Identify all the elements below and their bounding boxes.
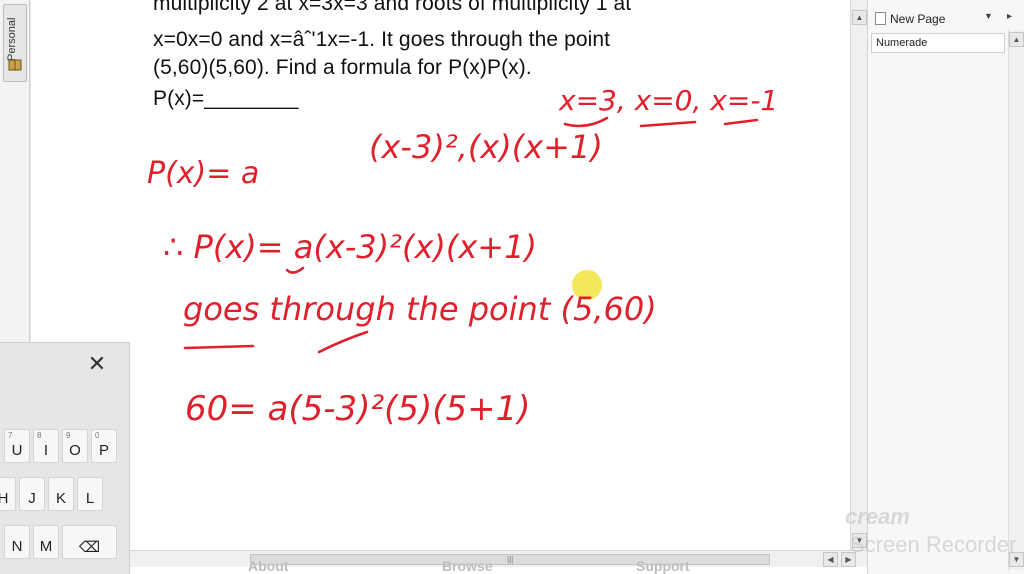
key-label: P: [98, 442, 109, 459]
notebook-tab-label: Personal: [6, 17, 18, 61]
footer-link-browse[interactable]: Browse: [442, 558, 493, 574]
footer-link-support[interactable]: Support: [636, 558, 690, 574]
handwritten-step1-factors: (x-3)²,(x)(x+1): [369, 128, 603, 166]
new-page-button[interactable]: New Page ▼: [872, 8, 1007, 30]
key-label: M: [39, 538, 53, 555]
key-p[interactable]: 0P: [91, 429, 117, 463]
backspace-key[interactable]: ⌫: [62, 525, 117, 559]
on-screen-keyboard: ✕ 7U 8I 9O 0P H J K L N M ⌫: [0, 342, 130, 574]
key-n[interactable]: N: [4, 525, 30, 559]
handwritten-roots-note: x=3, x=0, x=-1: [558, 84, 778, 117]
page-list-item[interactable]: Numerade: [871, 33, 1005, 53]
key-label: N: [11, 538, 23, 555]
page-horizontal-scrollbar[interactable]: ||| ◀ ▶: [130, 550, 867, 567]
key-label: I: [43, 442, 49, 459]
underline-stroke: [285, 266, 305, 274]
footer-link-about[interactable]: About: [248, 558, 288, 574]
underline-stroke: [563, 116, 609, 128]
handwritten-step1-lhs: P(x)= a: [147, 156, 259, 191]
handwritten-step3-note: goes through the point (5,60): [183, 290, 657, 328]
key-u[interactable]: 7U: [4, 429, 30, 463]
scroll-up-button[interactable]: ▲: [852, 10, 867, 25]
underline-stroke: [723, 118, 759, 126]
scrollbar-grip-icon: |||: [507, 555, 514, 564]
new-page-label: New Page: [890, 12, 946, 26]
close-icon[interactable]: ✕: [84, 351, 110, 377]
chevron-right-icon[interactable]: ▸: [1007, 11, 1012, 22]
screen: { "sidebar": { "tab_label": "Personal" }…: [0, 0, 1024, 574]
key-number-hint: 7: [8, 431, 13, 440]
handwritten-step4-equation: 60= a(5-3)²(5)(5+1): [185, 389, 531, 429]
key-label: J: [28, 490, 36, 507]
key-number-hint: 8: [37, 431, 42, 440]
recorder-watermark-text: Screen Recorder: [850, 532, 1017, 557]
key-label: U: [11, 442, 23, 459]
key-label: L: [85, 490, 95, 507]
scroll-up-button[interactable]: ▲: [1009, 32, 1024, 47]
page-list-scrollbar[interactable]: ▲ ▼: [1008, 30, 1024, 570]
key-j[interactable]: J: [19, 477, 45, 511]
notebook-icon: [8, 59, 22, 71]
key-k[interactable]: K: [48, 477, 74, 511]
handwriting-layer: x=3, x=0, x=-1 P(x)= a (x-3)²,(x)(x+1) ∴…: [147, 84, 778, 429]
scrollbar-thumb[interactable]: |||: [250, 554, 770, 565]
underline-stroke: [183, 344, 255, 350]
new-page-icon: [875, 12, 886, 25]
page-list-panel: New Page ▼ ▸ Numerade ▲ ▼: [867, 0, 1024, 574]
key-number-hint: 9: [66, 431, 71, 440]
key-o[interactable]: 9O: [62, 429, 88, 463]
key-l[interactable]: L: [77, 477, 103, 511]
key-number-hint: 0: [95, 431, 100, 440]
handwritten-step2-equation: ∴ P(x)= a(x-3)²(x)(x+1): [163, 228, 537, 266]
backspace-icon: ⌫: [78, 539, 101, 556]
underline-stroke: [639, 120, 697, 128]
key-m[interactable]: M: [33, 525, 59, 559]
chevron-down-icon[interactable]: ▼: [984, 11, 993, 21]
page-vertical-scrollbar[interactable]: ▲ ▼: [850, 0, 867, 550]
key-h[interactable]: H: [0, 477, 16, 511]
underline-stroke: [317, 330, 369, 354]
key-label: O: [69, 442, 81, 459]
scroll-left-button[interactable]: ◀: [823, 552, 838, 567]
key-label: H: [0, 490, 9, 507]
key-i[interactable]: 8I: [33, 429, 59, 463]
note-page-canvas[interactable]: multiplicity 2 at x=3x=3 and roots of mu…: [30, 0, 850, 550]
key-label: K: [55, 490, 66, 507]
recorder-watermark: cream: [845, 504, 910, 529]
